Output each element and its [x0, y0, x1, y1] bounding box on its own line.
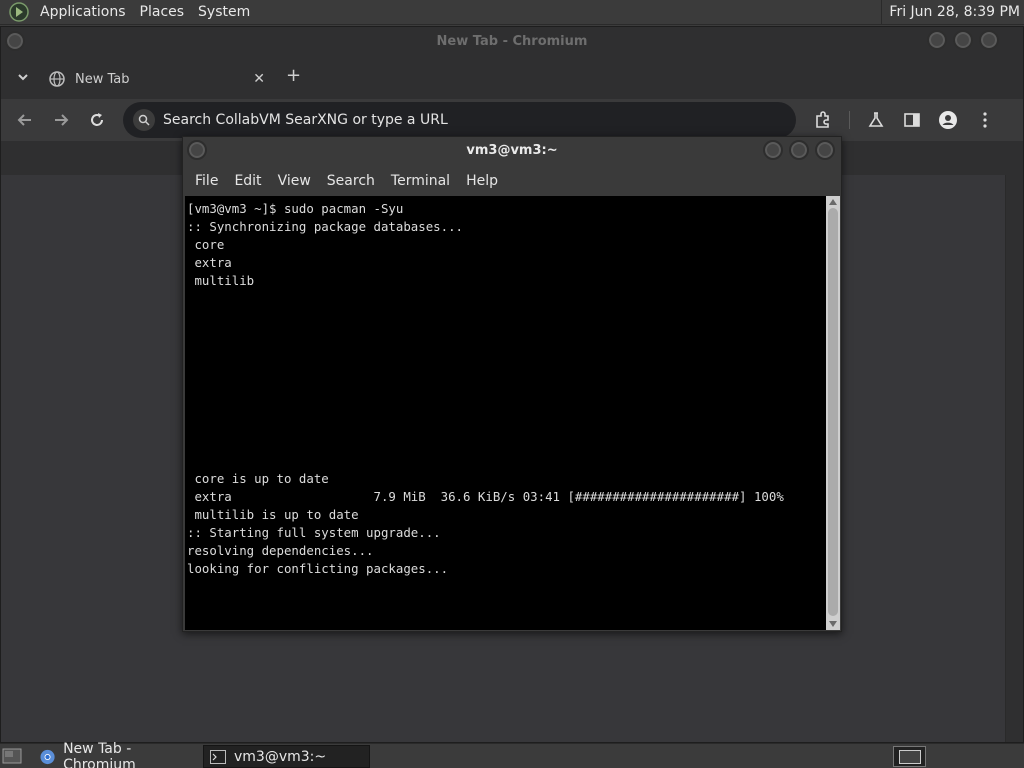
terminal-menubar: File Edit View Search Terminal Help	[183, 167, 841, 195]
globe-icon	[49, 71, 65, 87]
workspace-switcher[interactable]	[893, 746, 926, 767]
menu-places[interactable]: Places	[133, 0, 192, 25]
terminal-line: resolving dependencies...	[187, 543, 374, 558]
chromium-window-title: New Tab - Chromium	[436, 34, 588, 49]
menu-terminal[interactable]: Terminal	[383, 173, 458, 189]
forward-arrow-icon[interactable]	[51, 110, 71, 130]
tab-label: New Tab	[75, 71, 130, 87]
terminal-line: extra 7.9 MiB 36.6 KiB/s 03:41 [########…	[187, 489, 784, 504]
clock[interactable]: Fri Jun 28, 8:39 PM	[881, 0, 1020, 25]
terminal-line: looking for conflicting packages...	[187, 561, 449, 576]
terminal-line: extra	[187, 255, 232, 270]
scrollbar-thumb[interactable]	[828, 208, 838, 616]
menu-view[interactable]: View	[270, 173, 319, 189]
scroll-down-arrow-icon[interactable]	[829, 621, 837, 627]
omnibox-placeholder[interactable]: Search CollabVM SearXNG or type a URL	[163, 112, 448, 128]
minimize-button[interactable]	[927, 30, 947, 50]
tab-close-icon[interactable]: ✕	[253, 71, 265, 87]
menu-search[interactable]: Search	[319, 173, 383, 189]
extensions-puzzle-icon[interactable]	[813, 110, 833, 130]
terminal-line: core is up to date	[187, 471, 329, 486]
terminal-window-title: vm3@vm3:~	[466, 143, 558, 158]
workspace-1[interactable]	[899, 750, 921, 764]
tab-search-chevron-down-icon[interactable]	[13, 67, 33, 87]
taskbar-item-label: vm3@vm3:~	[234, 748, 327, 765]
terminal-line: [vm3@vm3 ~]$ sudo pacman -Syu	[187, 201, 404, 216]
terminal-window: vm3@vm3:~ File Edit View Search Terminal…	[182, 136, 842, 632]
terminal-maximize-button[interactable]	[789, 140, 809, 160]
terminal-line: core	[187, 237, 225, 252]
terminal-line: multilib is up to date	[187, 507, 359, 522]
labs-flask-icon[interactable]	[866, 110, 886, 130]
search-icon	[138, 114, 150, 126]
more-menu-icon[interactable]	[975, 110, 995, 130]
menu-file[interactable]: File	[187, 173, 226, 189]
distro-logo-icon[interactable]	[9, 2, 29, 22]
scroll-up-arrow-icon[interactable]	[829, 199, 837, 205]
new-tab-plus-icon[interactable]: +	[286, 65, 301, 86]
toolbar-separator	[849, 111, 850, 129]
terminal-line: multilib	[187, 273, 255, 288]
close-button[interactable]	[979, 30, 999, 50]
terminal-scrollbar[interactable]	[826, 196, 840, 630]
terminal-line: :: Starting full system upgrade...	[187, 525, 441, 540]
terminal-close-button[interactable]	[815, 140, 835, 160]
tab-strip: New Tab ✕ +	[1, 57, 1023, 97]
tab-new-tab[interactable]: New Tab ✕	[37, 61, 277, 97]
back-arrow-icon[interactable]	[15, 110, 35, 130]
side-panel-icon[interactable]	[902, 110, 922, 130]
profile-avatar-icon[interactable]	[938, 110, 958, 130]
top-panel: Applications Places System Fri Jun 28, 8…	[0, 0, 1024, 25]
taskbar-item-chromium[interactable]: New Tab - Chromium	[34, 741, 200, 768]
menu-help[interactable]: Help	[458, 173, 506, 189]
menu-applications[interactable]: Applications	[33, 0, 133, 25]
terminal-minimize-button[interactable]	[763, 140, 783, 160]
taskbar-item-label: New Tab - Chromium	[63, 740, 136, 768]
browser-toolbar: Search CollabVM SearXNG or type a URL	[1, 99, 1023, 141]
bottom-panel: New Tab - Chromium vm3@vm3:~	[0, 741, 1024, 768]
terminal-icon	[210, 749, 226, 764]
terminal-text: [vm3@vm3 ~]$ sudo pacman -Syu:: Synchron…	[187, 200, 784, 578]
reload-icon[interactable]	[87, 110, 107, 130]
chromium-icon	[40, 749, 55, 764]
menu-system[interactable]: System	[191, 0, 257, 25]
show-desktop-icon[interactable]	[2, 747, 22, 765]
maximize-button[interactable]	[953, 30, 973, 50]
search-engine-icon[interactable]	[133, 109, 155, 131]
terminal-output[interactable]: [vm3@vm3 ~]$ sudo pacman -Syu:: Synchron…	[185, 196, 826, 630]
terminal-line: :: Synchronizing package databases...	[187, 219, 464, 234]
omnibox[interactable]: Search CollabVM SearXNG or type a URL	[123, 102, 796, 138]
taskbar-item-terminal[interactable]: vm3@vm3:~	[203, 745, 370, 768]
menu-edit[interactable]: Edit	[226, 173, 269, 189]
